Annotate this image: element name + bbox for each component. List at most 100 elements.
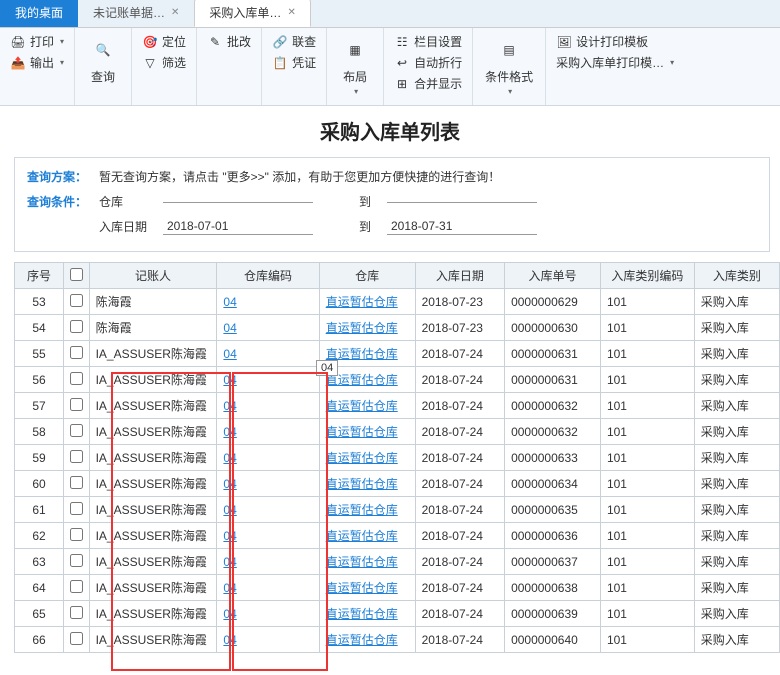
table-row[interactable]: 62IA_ASSUSER陈海霞04直运暂估仓库2018-07-240000000… — [15, 523, 780, 549]
cell-check[interactable] — [64, 497, 90, 523]
auto-wrap-button[interactable]: ↩自动折行 — [392, 53, 464, 72]
cell-whcode-link[interactable]: 04 — [217, 445, 319, 471]
cell-whcode-link[interactable]: 04 — [217, 627, 319, 653]
merge-display-button[interactable]: ⊞合并显示 — [392, 74, 464, 93]
cell-check[interactable] — [64, 341, 90, 367]
close-icon[interactable]: ✕ — [171, 7, 179, 18]
cell-check[interactable] — [64, 419, 90, 445]
table-row[interactable]: 57IA_ASSUSER陈海霞04直运暂估仓库2018-07-240000000… — [15, 393, 780, 419]
row-checkbox[interactable] — [70, 476, 83, 489]
table-row[interactable]: 53陈海霞04直运暂估仓库2018-07-230000000629101采购入库 — [15, 289, 780, 315]
close-icon[interactable]: ✕ — [287, 7, 295, 18]
col-type[interactable]: 入库类别 — [694, 263, 779, 289]
cell-check[interactable] — [64, 445, 90, 471]
col-whcode[interactable]: 仓库编码 — [217, 263, 319, 289]
col-check[interactable] — [64, 263, 90, 289]
cell-whcode-link[interactable]: 04 — [217, 471, 319, 497]
date-from-input[interactable]: 2018-07-01 — [163, 218, 313, 235]
cell-whcode-link[interactable]: 04 — [217, 289, 319, 315]
cell-whcode-link[interactable]: 04 — [217, 549, 319, 575]
print-template-button[interactable]: 🖼设计打印模板 — [554, 32, 676, 51]
conditional-format-button[interactable]: ▤条件格式▾ — [481, 32, 537, 98]
cell-wh-link[interactable]: 直运暂估仓库 — [319, 627, 415, 653]
table-row[interactable]: 61IA_ASSUSER陈海霞04直运暂估仓库2018-07-240000000… — [15, 497, 780, 523]
cell-whcode-link[interactable]: 04 — [217, 315, 319, 341]
cell-whcode-link[interactable]: 04 — [217, 497, 319, 523]
query-button[interactable]: 🔍查询 — [83, 32, 123, 87]
warehouse-from-input[interactable] — [163, 200, 313, 203]
row-checkbox[interactable] — [70, 632, 83, 645]
warehouse-to-input[interactable] — [387, 200, 537, 203]
cell-check[interactable] — [64, 471, 90, 497]
col-wh[interactable]: 仓库 — [319, 263, 415, 289]
cell-wh-link[interactable]: 直运暂估仓库 — [319, 549, 415, 575]
row-checkbox[interactable] — [70, 346, 83, 359]
table-row[interactable]: 55IA_ASSUSER陈海霞04直运暂估仓库2018-07-240000000… — [15, 341, 780, 367]
cell-wh-link[interactable]: 直运暂估仓库 — [319, 471, 415, 497]
cell-check[interactable] — [64, 315, 90, 341]
print-button[interactable]: 🖨打印▾ — [8, 32, 66, 51]
batch-edit-button[interactable]: ✎批改 — [205, 32, 253, 51]
table-row[interactable]: 65IA_ASSUSER陈海霞04直运暂估仓库2018-07-240000000… — [15, 601, 780, 627]
cell-whcode-link[interactable]: 04 — [217, 341, 319, 367]
cell-whcode-link[interactable]: 04 — [217, 393, 319, 419]
table-row[interactable]: 54陈海霞04直运暂估仓库2018-07-230000000630101采购入库 — [15, 315, 780, 341]
row-checkbox[interactable] — [70, 398, 83, 411]
cell-whcode-link[interactable]: 04 — [217, 523, 319, 549]
cell-whcode-link[interactable]: 04 — [217, 601, 319, 627]
voucher-button[interactable]: 📋凭证 — [270, 53, 318, 72]
tab-unposted[interactable]: 未记账单据…✕ — [78, 0, 194, 27]
tab-purchase-in[interactable]: 采购入库单…✕ — [194, 0, 310, 27]
select-all-checkbox[interactable] — [70, 268, 83, 281]
cell-check[interactable] — [64, 393, 90, 419]
table-row[interactable]: 64IA_ASSUSER陈海霞04直运暂估仓库2018-07-240000000… — [15, 575, 780, 601]
row-checkbox[interactable] — [70, 580, 83, 593]
col-no[interactable]: 入库单号 — [505, 263, 601, 289]
cell-whcode-link[interactable]: 04 — [217, 575, 319, 601]
cell-whcode-link[interactable]: 04 — [217, 419, 319, 445]
col-date[interactable]: 入库日期 — [415, 263, 504, 289]
table-row[interactable]: 66IA_ASSUSER陈海霞04直运暂估仓库2018-07-240000000… — [15, 627, 780, 653]
column-settings-button[interactable]: ☷栏目设置 — [392, 32, 464, 51]
cell-wh-link[interactable]: 直运暂估仓库 — [319, 523, 415, 549]
row-checkbox[interactable] — [70, 554, 83, 567]
date-to-input[interactable]: 2018-07-31 — [387, 218, 537, 235]
print-template2-button[interactable]: 采购入库单打印模…▾ — [554, 53, 676, 72]
cell-check[interactable] — [64, 601, 90, 627]
cell-wh-link[interactable]: 直运暂估仓库 — [319, 419, 415, 445]
cell-wh-link[interactable]: 直运暂估仓库 — [319, 393, 415, 419]
cell-check[interactable] — [64, 627, 90, 653]
cell-whcode-link[interactable]: 04 — [217, 367, 319, 393]
col-typecode[interactable]: 入库类别编码 — [600, 263, 694, 289]
cell-check[interactable] — [64, 549, 90, 575]
row-checkbox[interactable] — [70, 372, 83, 385]
cell-wh-link[interactable]: 直运暂估仓库 — [319, 601, 415, 627]
linked-query-button[interactable]: 🔗联查 — [270, 32, 318, 51]
col-user[interactable]: 记账人 — [89, 263, 217, 289]
col-seq[interactable]: 序号 — [15, 263, 64, 289]
row-checkbox[interactable] — [70, 450, 83, 463]
cell-check[interactable] — [64, 523, 90, 549]
filter-button[interactable]: ▽筛选 — [140, 53, 188, 72]
row-checkbox[interactable] — [70, 502, 83, 515]
table-row[interactable]: 60IA_ASSUSER陈海霞04直运暂估仓库2018-07-240000000… — [15, 471, 780, 497]
row-checkbox[interactable] — [70, 294, 83, 307]
row-checkbox[interactable] — [70, 606, 83, 619]
row-checkbox[interactable] — [70, 320, 83, 333]
cell-check[interactable] — [64, 367, 90, 393]
layout-button[interactable]: ▦布局▾ — [335, 32, 375, 98]
table-row[interactable]: 56IA_ASSUSER陈海霞04直运暂估仓库2018-07-240000000… — [15, 367, 780, 393]
table-row[interactable]: 63IA_ASSUSER陈海霞04直运暂估仓库2018-07-240000000… — [15, 549, 780, 575]
cell-wh-link[interactable]: 直运暂估仓库 — [319, 315, 415, 341]
cell-wh-link[interactable]: 直运暂估仓库 — [319, 445, 415, 471]
table-row[interactable]: 59IA_ASSUSER陈海霞04直运暂估仓库2018-07-240000000… — [15, 445, 780, 471]
cell-wh-link[interactable]: 直运暂估仓库 — [319, 497, 415, 523]
output-button[interactable]: 📤输出▾ — [8, 53, 66, 72]
tab-desktop[interactable]: 我的桌面 — [0, 0, 78, 27]
cell-wh-link[interactable]: 直运暂估仓库 — [319, 575, 415, 601]
table-row[interactable]: 58IA_ASSUSER陈海霞04直运暂估仓库2018-07-240000000… — [15, 419, 780, 445]
cell-check[interactable] — [64, 575, 90, 601]
row-checkbox[interactable] — [70, 528, 83, 541]
row-checkbox[interactable] — [70, 424, 83, 437]
locate-button[interactable]: 🎯定位 — [140, 32, 188, 51]
